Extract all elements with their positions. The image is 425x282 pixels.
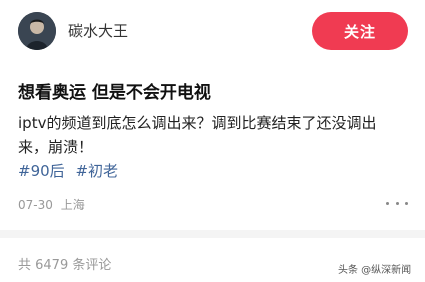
post-location: 上海 [60,198,85,212]
comment-count[interactable]: 共 6479 条评论 [18,254,111,273]
section-divider [0,230,425,238]
avatar[interactable] [18,12,56,50]
post-body-line: iptv的频道到底怎么调出来？调到比赛结束了还没调出 [18,114,377,132]
hashtag-list: #90后 #初老 [18,159,124,183]
post-date: 07-30 [18,198,53,212]
hashtag-90s[interactable]: #90后 [18,162,65,180]
hashtag-early-aging[interactable]: #初老 [75,162,118,180]
post-meta: 07-30 上海 [18,196,89,213]
more-dot [405,201,408,205]
post-body-line: 来，崩溃！ [18,138,94,156]
post-title: 想看奥运 但是不会开电视 [18,83,211,103]
more-options-icon[interactable] [386,196,408,210]
more-dot [395,201,399,205]
post-body: iptv的频道到底怎么调出来？调到比赛结束了还没调出 来，崩溃！ [18,111,413,159]
more-dot [386,201,389,205]
watermark: 头条 @纵深新闻 [338,265,412,276]
user-avatar-icon [18,12,56,50]
follow-button[interactable]: 关注 [312,12,408,50]
post-header: 碳水大王 关注 [0,0,425,64]
author-name[interactable]: 碳水大王 [68,20,128,41]
